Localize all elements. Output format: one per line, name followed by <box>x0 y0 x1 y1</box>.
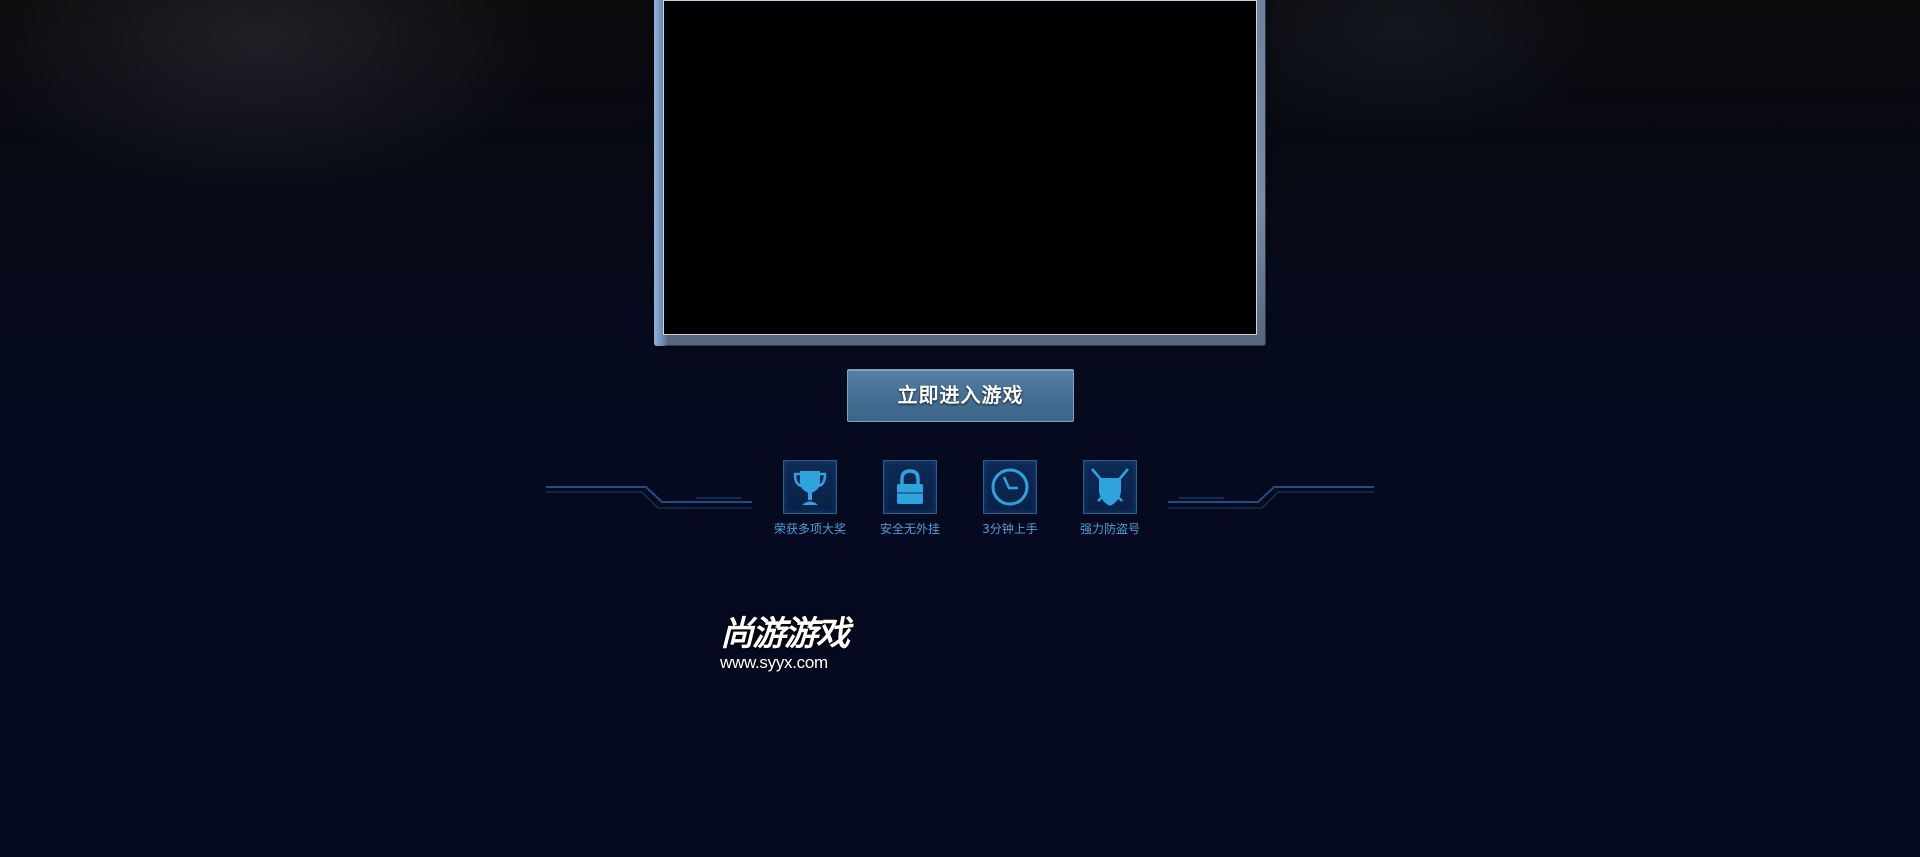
video-player[interactable] <box>663 0 1257 335</box>
feature-label: 荣获多项大奖 <box>773 522 846 536</box>
feature-quick-start: 3分钟上手 <box>960 460 1060 537</box>
feature-awards: 荣获多项大奖 <box>760 460 860 537</box>
logo-url: www.syyx.com <box>720 653 828 672</box>
clock-icon <box>983 460 1037 514</box>
landing-page: 立即进入游戏 荣获多项大奖 安全无外挂 3分钟上手 强力防盗号 尚游游戏 www… <box>0 0 1920 857</box>
feature-label: 3分钟上手 <box>982 522 1038 536</box>
circuit-line-right-decoration <box>1168 486 1374 509</box>
feature-security: 安全无外挂 <box>860 460 960 537</box>
enter-game-button[interactable]: 立即进入游戏 <box>847 369 1074 422</box>
shield-swords-icon <box>1083 460 1137 514</box>
lock-icon <box>883 460 937 514</box>
circuit-line-left-decoration <box>546 486 752 509</box>
logo-name: 尚游游戏 <box>720 614 850 654</box>
trophy-icon <box>783 460 837 514</box>
feature-anti-theft: 强力防盗号 <box>1060 460 1160 537</box>
company-logo[interactable]: 尚游游戏 www.syyx.com <box>720 614 860 672</box>
video-player-frame <box>654 0 1266 346</box>
feature-label: 安全无外挂 <box>879 522 940 536</box>
feature-label: 强力防盗号 <box>1079 522 1140 536</box>
